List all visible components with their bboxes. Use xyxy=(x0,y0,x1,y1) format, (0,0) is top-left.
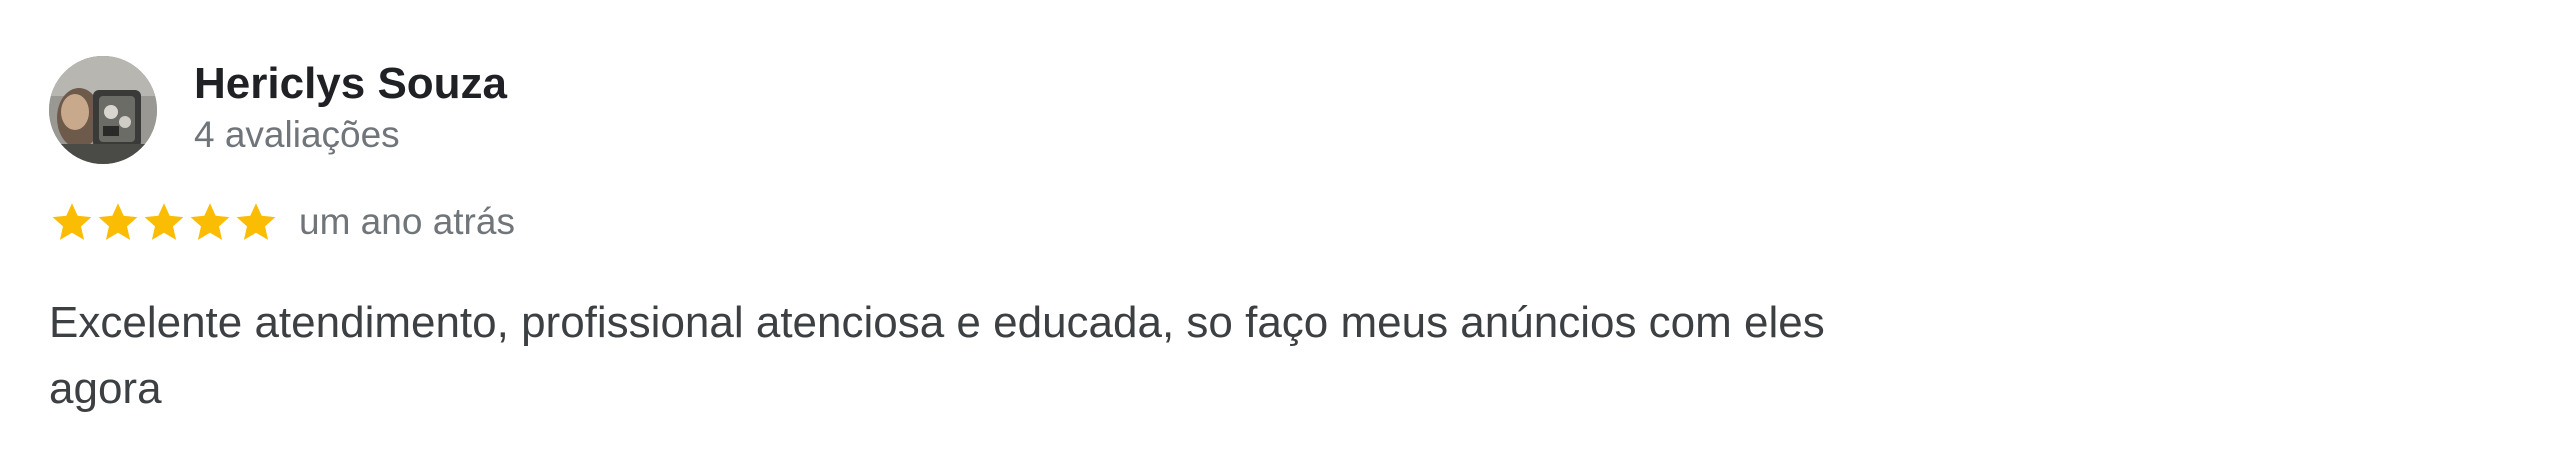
rating-row: um ano atrás xyxy=(49,196,515,248)
review-date: um ano atrás xyxy=(299,201,515,242)
star-icon xyxy=(190,203,230,240)
reviewer-reviews-count[interactable]: 4 avaliações xyxy=(194,112,400,158)
review-text: Excelente atendimento, profissional aten… xyxy=(49,290,1969,422)
avatar-photo-icon xyxy=(49,56,157,164)
review-text-line: agora xyxy=(49,364,162,413)
star-icon xyxy=(98,203,138,240)
review-card: Hericlys Souza 4 avaliações um ano atrás… xyxy=(0,0,2560,453)
review-text-line: Excelente atendimento, profissional aten… xyxy=(49,298,1825,347)
reviewer-name[interactable]: Hericlys Souza xyxy=(194,56,507,112)
star-rating xyxy=(49,199,279,245)
star-icon xyxy=(144,203,184,240)
star-icon xyxy=(52,203,92,240)
star-icon xyxy=(236,203,276,240)
reviewer-avatar[interactable] xyxy=(49,56,157,164)
